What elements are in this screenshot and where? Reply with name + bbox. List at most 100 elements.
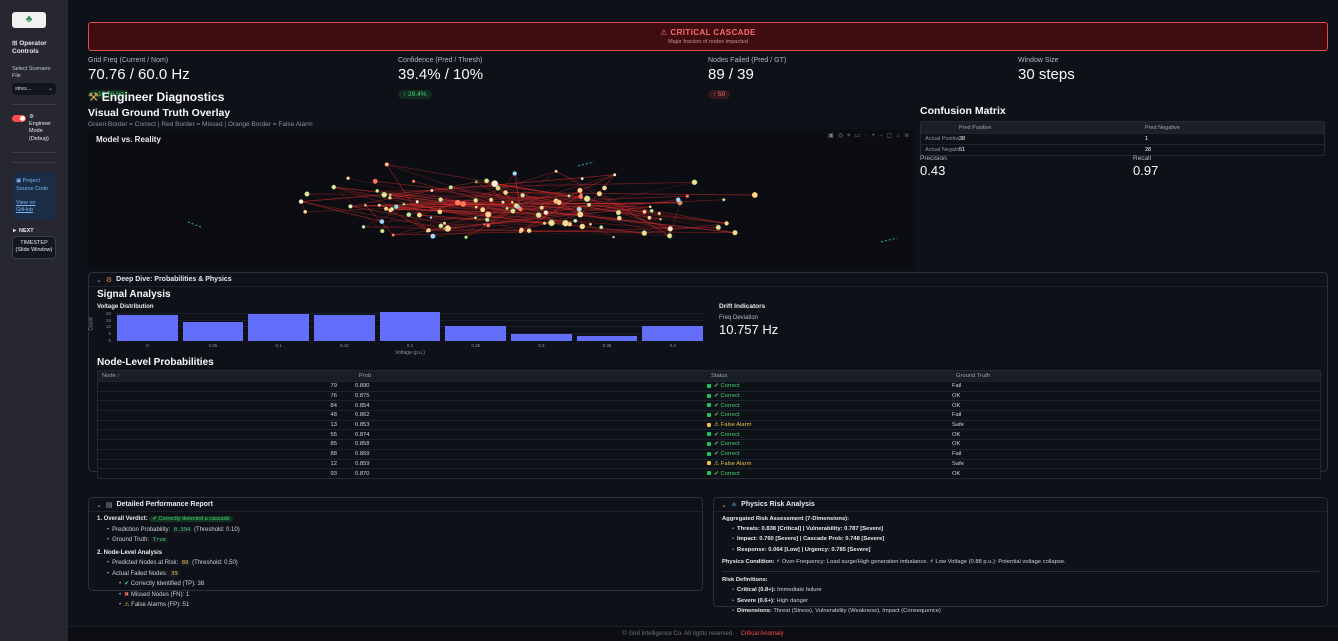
- zoom-in-icon[interactable]: +: [872, 133, 876, 139]
- network-node[interactable]: [602, 186, 607, 191]
- zoom-out-icon[interactable]: −: [879, 133, 883, 139]
- network-node[interactable]: [417, 213, 422, 218]
- network-node[interactable]: [485, 218, 489, 222]
- network-node[interactable]: [430, 189, 433, 192]
- network-node[interactable]: [439, 197, 443, 201]
- network-node[interactable]: [613, 173, 616, 176]
- network-node[interactable]: [658, 212, 661, 215]
- table-row[interactable]: 840.854✔ CorrectOK: [98, 400, 1320, 410]
- network-node[interactable]: [616, 210, 621, 215]
- network-node[interactable]: [385, 162, 389, 166]
- network-node[interactable]: [612, 236, 614, 238]
- autoscale-icon[interactable]: ▢: [887, 133, 893, 139]
- network-node[interactable]: [443, 222, 446, 225]
- network-node[interactable]: [483, 223, 485, 225]
- table-row[interactable]: 550.874✔ CorrectOK: [98, 429, 1320, 439]
- plotly-logo-icon[interactable]: ≋: [904, 133, 909, 139]
- column-ground-truth[interactable]: Ground Truth: [952, 373, 1320, 379]
- toggle-pill[interactable]: [12, 115, 26, 122]
- network-node[interactable]: [489, 198, 493, 202]
- network-node[interactable]: [449, 185, 453, 189]
- network-node[interactable]: [580, 193, 583, 196]
- network-node[interactable]: [460, 201, 466, 207]
- network-node[interactable]: [548, 220, 554, 226]
- network-node[interactable]: [536, 212, 541, 217]
- network-node[interactable]: [389, 194, 391, 196]
- network-node[interactable]: [587, 203, 591, 207]
- table-row[interactable]: 120.859⚠ False AlarmSafe: [98, 459, 1320, 469]
- reset-axes-icon[interactable]: ⌂: [896, 133, 900, 139]
- next-timestep-button[interactable]: TIMESTEP (Slide Window): [12, 236, 56, 259]
- network-node[interactable]: [378, 204, 381, 207]
- network-node[interactable]: [650, 209, 653, 212]
- network-overlay-chart[interactable]: Model vs. Reality ▣◎⌖▭◌+−▢⌂≋: [88, 130, 915, 268]
- network-node[interactable]: [562, 220, 568, 226]
- network-node[interactable]: [676, 197, 680, 201]
- network-node[interactable]: [589, 223, 592, 226]
- network-node[interactable]: [540, 206, 544, 210]
- performance-report-header[interactable]: ⌄ ▤ Detailed Performance Report: [89, 498, 702, 512]
- camera-icon[interactable]: ▣: [828, 133, 834, 139]
- engineer-mode-toggle[interactable]: ⚙ Engineer Mode (Debug): [12, 114, 56, 144]
- table-row[interactable]: 880.869✔ CorrectFail: [98, 449, 1320, 459]
- table-row[interactable]: 930.870✔ CorrectOK: [98, 468, 1320, 478]
- column-status[interactable]: Status: [707, 373, 952, 379]
- network-node[interactable]: [303, 210, 307, 214]
- network-node[interactable]: [480, 207, 485, 212]
- table-row[interactable]: 760.875✔ CorrectOK: [98, 391, 1320, 401]
- network-graph[interactable]: [88, 130, 915, 268]
- column-prob[interactable]: Prob: [347, 373, 707, 379]
- network-node[interactable]: [416, 200, 419, 203]
- network-node[interactable]: [502, 201, 505, 204]
- network-node[interactable]: [574, 219, 578, 223]
- network-node[interactable]: [519, 228, 524, 233]
- network-node[interactable]: [430, 234, 435, 239]
- network-node[interactable]: [577, 212, 583, 218]
- network-node[interactable]: [544, 210, 549, 215]
- network-node[interactable]: [496, 186, 501, 191]
- network-node[interactable]: [403, 203, 405, 205]
- network-node[interactable]: [392, 234, 395, 237]
- network-node[interactable]: [486, 224, 490, 228]
- network-node[interactable]: [722, 198, 725, 201]
- network-node[interactable]: [733, 230, 738, 235]
- network-node[interactable]: [556, 200, 561, 205]
- network-node[interactable]: [474, 217, 477, 220]
- table-row[interactable]: 850.858✔ CorrectOK: [98, 439, 1320, 449]
- network-node[interactable]: [388, 196, 391, 199]
- zoom-icon[interactable]: ◎: [838, 133, 843, 139]
- network-node[interactable]: [543, 222, 546, 225]
- network-node[interactable]: [474, 198, 478, 202]
- network-node[interactable]: [299, 199, 303, 203]
- network-node[interactable]: [716, 225, 721, 230]
- voltage-histogram[interactable]: [115, 311, 705, 341]
- network-node[interactable]: [346, 177, 349, 180]
- lasso-icon[interactable]: ◌: [864, 133, 868, 139]
- table-row[interactable]: 480.862✔ CorrectFail: [98, 410, 1320, 420]
- network-node[interactable]: [649, 205, 652, 208]
- network-node[interactable]: [577, 207, 582, 212]
- network-node[interactable]: [388, 209, 392, 213]
- network-node[interactable]: [506, 207, 509, 210]
- network-node[interactable]: [407, 212, 412, 217]
- network-node[interactable]: [380, 229, 384, 233]
- network-node[interactable]: [513, 171, 517, 175]
- network-node[interactable]: [667, 233, 672, 238]
- network-node[interactable]: [439, 224, 443, 228]
- network-node[interactable]: [427, 228, 431, 232]
- network-node[interactable]: [475, 181, 478, 184]
- network-node[interactable]: [568, 195, 571, 198]
- network-node[interactable]: [521, 193, 525, 197]
- network-node[interactable]: [348, 204, 352, 208]
- network-node[interactable]: [362, 225, 365, 228]
- network-node[interactable]: [599, 225, 603, 229]
- network-node[interactable]: [503, 190, 508, 195]
- network-node[interactable]: [597, 191, 602, 196]
- network-node[interactable]: [511, 201, 513, 203]
- physics-risk-header[interactable]: ⌄ ⚛ Physics Risk Analysis: [714, 498, 1327, 512]
- network-node[interactable]: [518, 207, 522, 211]
- network-node[interactable]: [382, 192, 387, 197]
- network-node[interactable]: [581, 177, 584, 180]
- box-select-icon[interactable]: ▭: [854, 133, 860, 139]
- network-node[interactable]: [485, 212, 491, 218]
